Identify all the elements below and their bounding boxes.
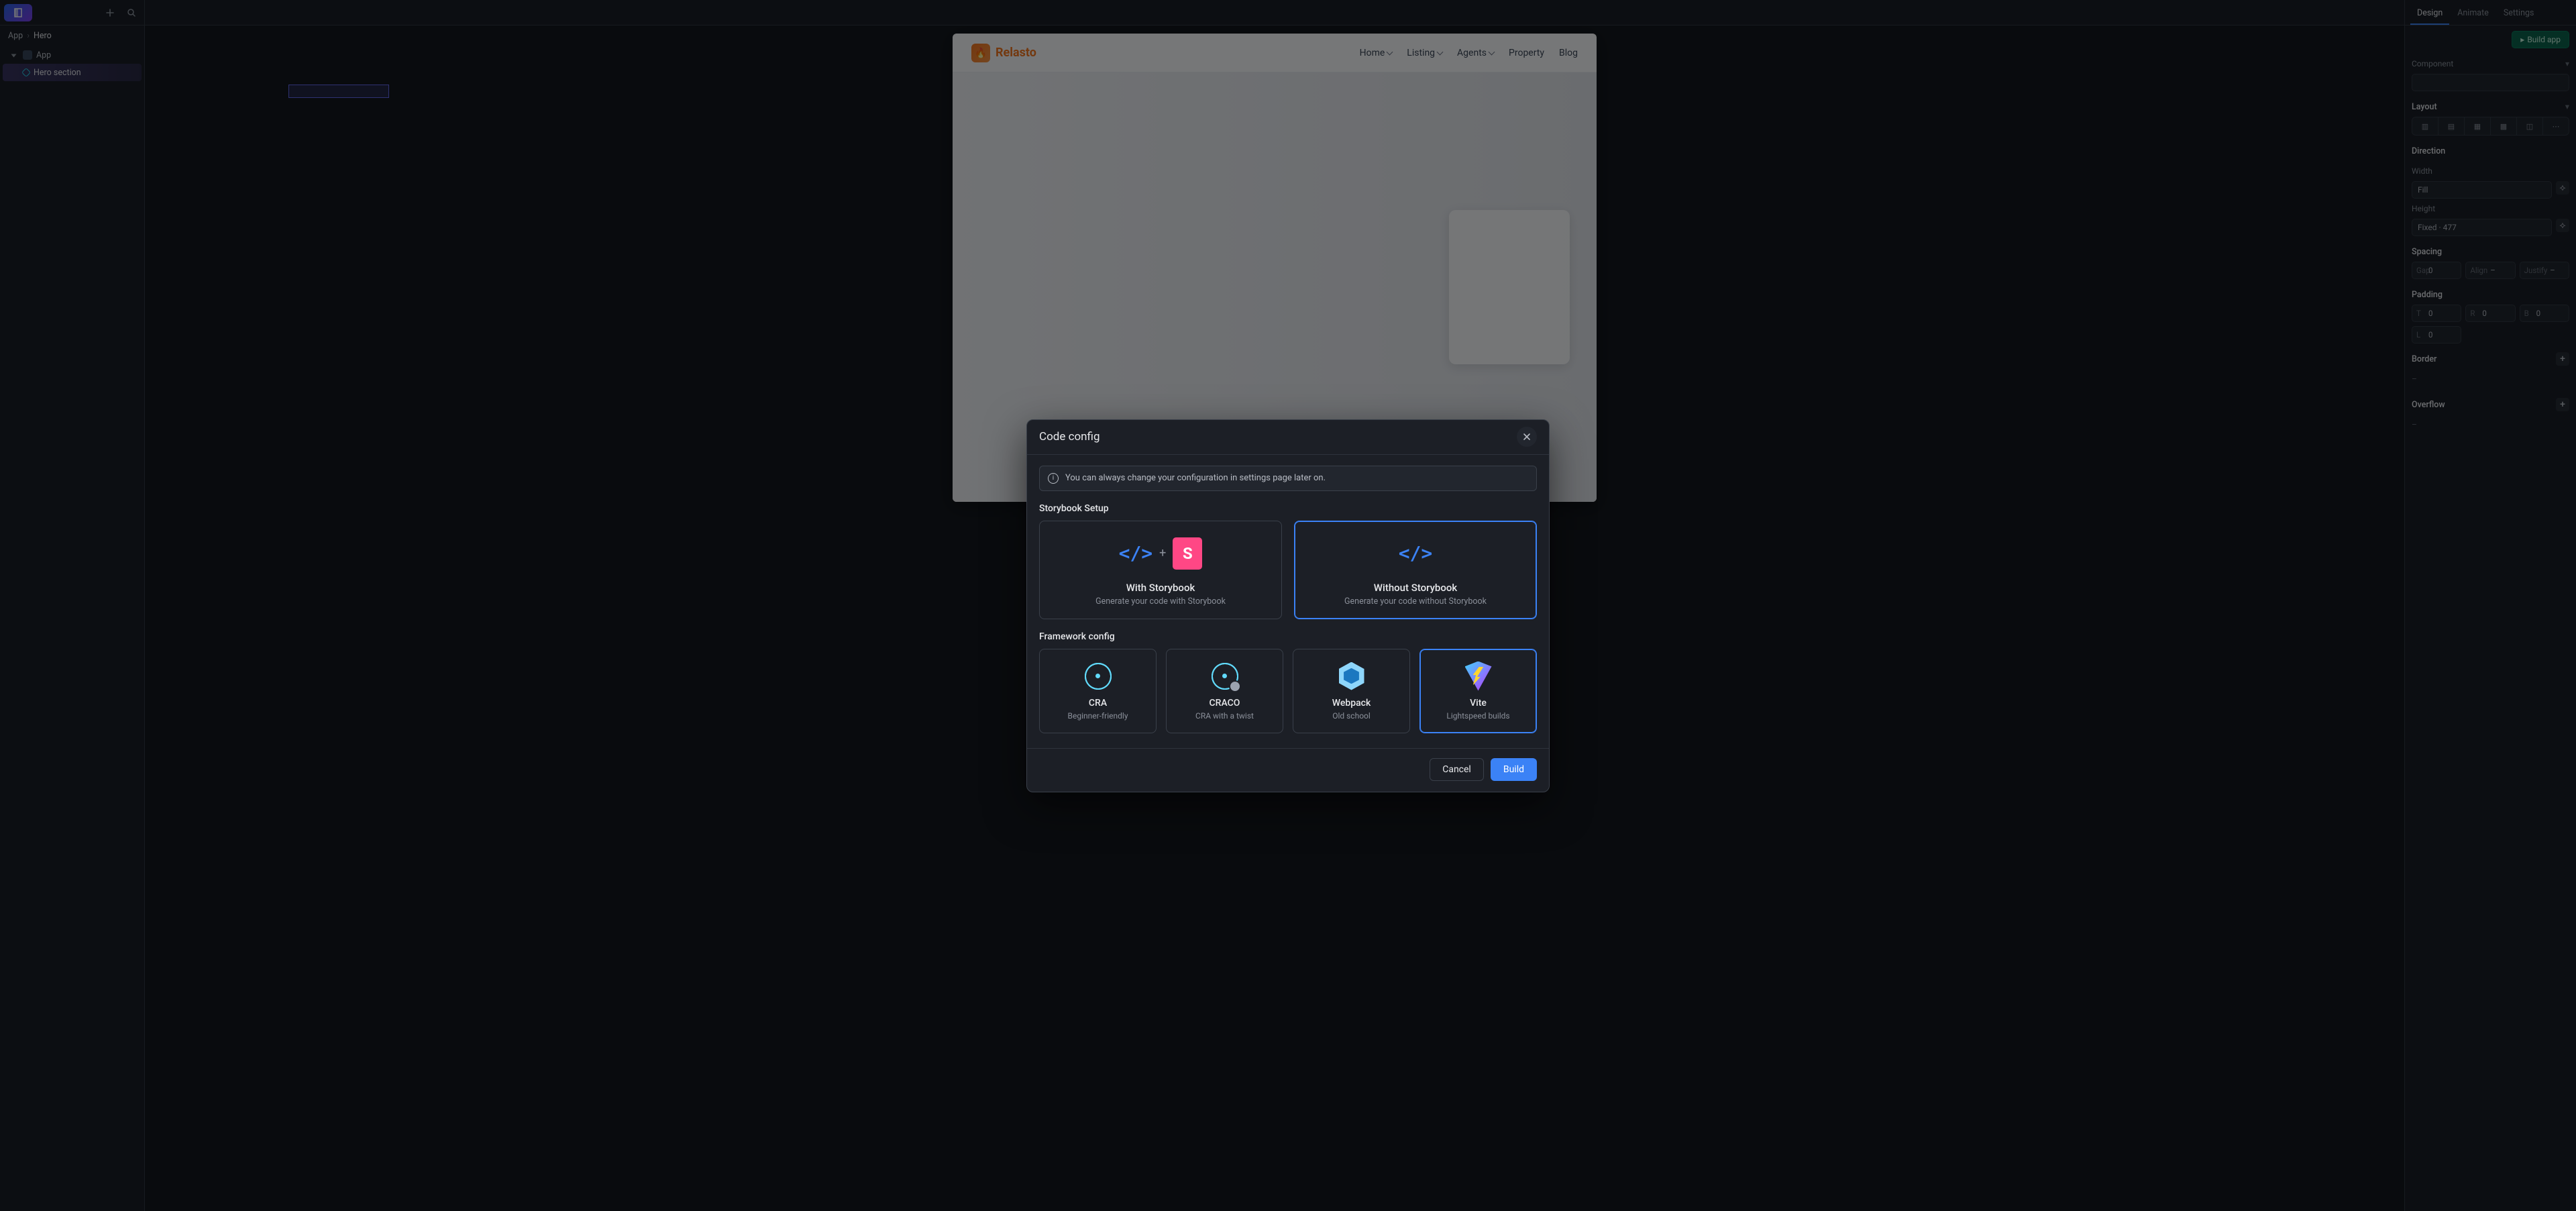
card-sub: Generate your code with Storybook <box>1095 596 1226 607</box>
framework-heading: Framework config <box>1039 631 1537 642</box>
option-vite[interactable]: Vite Lightspeed builds <box>1419 649 1537 733</box>
info-icon: i <box>1048 473 1059 484</box>
webpack-icon <box>1339 662 1364 690</box>
option-without-storybook[interactable]: Without Storybook Generate your code wit… <box>1294 521 1537 619</box>
react-gear-icon <box>1212 663 1238 690</box>
card-title: CRA <box>1089 698 1107 708</box>
close-icon <box>1523 433 1531 441</box>
vite-icon <box>1465 662 1492 691</box>
plus-icon: + <box>1159 546 1166 560</box>
modal-backdrop[interactable]: Code config i You can always change your… <box>0 0 2576 1211</box>
cancel-button[interactable]: Cancel <box>1430 758 1484 781</box>
option-with-storybook[interactable]: + With Storybook Generate your code with… <box>1039 521 1282 619</box>
card-sub: Generate your code without Storybook <box>1344 596 1487 607</box>
card-title: CRACO <box>1210 698 1240 708</box>
info-text: You can always change your configuration… <box>1065 473 1326 483</box>
card-sub: Lightspeed builds <box>1446 711 1509 721</box>
card-title: Vite <box>1470 698 1487 708</box>
card-title: With Storybook <box>1126 582 1195 594</box>
card-sub: Old school <box>1332 711 1371 721</box>
build-button[interactable]: Build <box>1491 758 1537 781</box>
card-sub: Beginner-friendly <box>1067 711 1128 721</box>
card-title: Without Storybook <box>1374 582 1457 594</box>
option-cra[interactable]: CRA Beginner-friendly <box>1039 649 1157 733</box>
code-icon <box>1399 542 1433 564</box>
close-button[interactable] <box>1517 427 1537 447</box>
card-title: Webpack <box>1332 698 1371 708</box>
option-craco[interactable]: CRACO CRA with a twist <box>1166 649 1283 733</box>
storybook-heading: Storybook Setup <box>1039 503 1537 514</box>
react-icon <box>1085 663 1112 690</box>
info-banner: i You can always change your configurati… <box>1039 466 1537 491</box>
code-icon <box>1119 542 1153 564</box>
option-webpack[interactable]: Webpack Old school <box>1293 649 1410 733</box>
modal-title: Code config <box>1039 430 1100 443</box>
code-config-modal: Code config i You can always change your… <box>1026 419 1550 792</box>
card-sub: CRA with a twist <box>1195 711 1254 721</box>
storybook-icon <box>1173 537 1202 570</box>
